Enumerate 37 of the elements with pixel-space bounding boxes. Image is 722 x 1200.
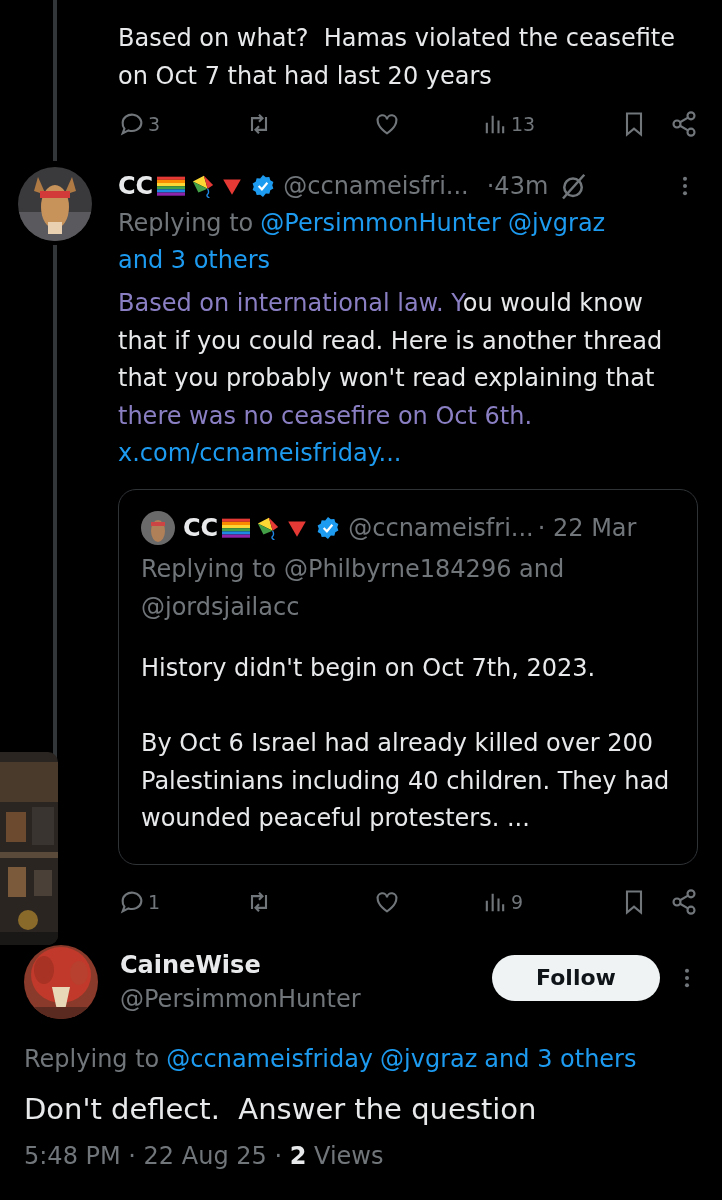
link[interactable]: x.com/ccnameisfriday... — [118, 435, 402, 473]
quoted-post-card[interactable] — [118, 488, 698, 865]
mention-link[interactable]: @jvgraz — [380, 1040, 478, 1078]
user-handle: @ccnameisfri... — [348, 513, 534, 542]
reply-text: Based on what? Hamas violated the ceasefite on Oct 7 that had last 20 years — [118, 23, 676, 92]
post-time: · 22 Mar — [537, 513, 637, 542]
share-icon[interactable] — [670, 110, 698, 138]
views-button[interactable]: 13 — [481, 110, 536, 138]
user-name[interactable]: CC — [183, 513, 219, 542]
mention-link[interactable]: and 3 others — [484, 1040, 637, 1078]
mention-link[interactable]: @jvgraz — [507, 205, 606, 242]
post-meta: 5:48 PM · 22 Aug 25 · 2 Views — [24, 1141, 385, 1170]
share-icon[interactable] — [670, 887, 698, 916]
follow-button[interactable]: Follow — [492, 954, 660, 1001]
replying-label: Replying to — [118, 208, 254, 239]
mention-link[interactable]: @ccnameisfriday — [166, 1040, 374, 1078]
more-icon[interactable] — [682, 175, 688, 197]
user-name[interactable]: CC — [118, 172, 154, 200]
post-time: ·43m — [486, 172, 549, 200]
replying-text: Replying to @Philbyrne184296 and @jordsjailacc — [141, 553, 566, 623]
user-handle[interactable]: @ccnameisfri... — [283, 172, 469, 200]
rainbow-flag-icon — [157, 174, 186, 198]
verified-badge-icon — [316, 515, 341, 540]
reply-text: Based on international law. You would know that if you could read. Here is another thread that you probably won't read explaining that there was no ceasefire on Oct 6th. x.com/ccnameisfriday... — [118, 285, 698, 473]
mention-link[interactable]: @PersimmonHunter — [260, 205, 501, 242]
reply-button[interactable]: 1 — [118, 887, 245, 916]
user-name[interactable]: CaineWise — [120, 950, 361, 979]
more-icon[interactable] — [684, 966, 690, 989]
quoted-text: History didn't begin on Oct 7th, 2023. — [141, 652, 597, 684]
post-text: Don't deflect. Answer the question — [24, 1091, 538, 1126]
verified-badge-icon — [251, 174, 276, 198]
replying-label: Replying to — [24, 1043, 160, 1075]
quoted-text: By Oct 6 Israel had already killed over 200 Palestinians including 40 children. They had wounded peaceful protesters. ... — [141, 728, 671, 834]
user-handle[interactable]: @PersimmonHunter — [120, 984, 361, 1013]
views-button[interactable]: 9 — [481, 887, 524, 916]
mention-link[interactable]: and 3 others — [118, 242, 271, 279]
reply-button[interactable]: 3 — [118, 110, 245, 138]
